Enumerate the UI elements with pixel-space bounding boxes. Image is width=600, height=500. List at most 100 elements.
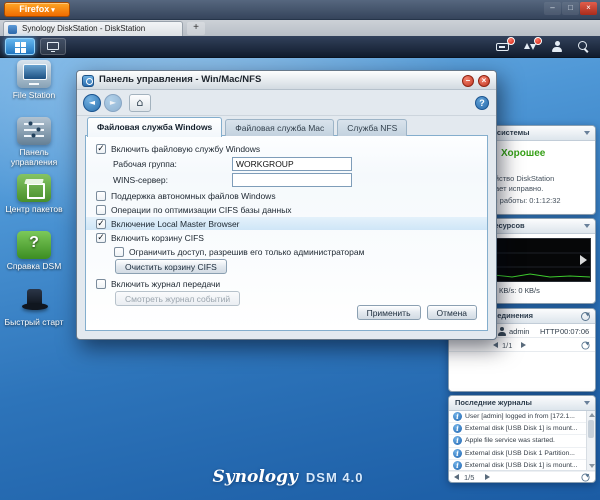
tab-bar: Файловая служба Windows Файловая служба … <box>77 116 496 137</box>
row-local-master-browser: ✓ Включение Local Master Browser <box>86 217 487 230</box>
form-actions: Применить Отмена <box>356 305 477 320</box>
info-icon <box>453 460 462 470</box>
checkbox-label: Включить корзину CIFS <box>111 232 204 243</box>
notification-badge <box>507 37 515 45</box>
page-indicator: 1/5 <box>464 472 475 482</box>
checkbox-recycle-bin[interactable]: ✓ <box>96 232 106 243</box>
browser-minimize-button[interactable]: – <box>544 2 561 15</box>
usb-device-icon <box>496 43 509 51</box>
info-icon <box>453 424 462 434</box>
recent-logs-header[interactable]: Последние журналы <box>449 396 595 411</box>
workgroup-label: Рабочая группа: <box>113 159 177 169</box>
next-page-icon[interactable] <box>521 342 526 348</box>
new-tab-button[interactable]: + <box>187 22 205 35</box>
desktop-icon-control-panel[interactable]: Панель управления <box>2 117 66 168</box>
person-icon <box>498 327 506 336</box>
chevron-down-icon <box>584 224 590 228</box>
browser-titlebar[interactable]: Firefox ▾ – □ × <box>0 0 600 20</box>
tab-mac-file-service[interactable]: Файловая служба Mac <box>225 119 335 136</box>
prev-page-icon[interactable] <box>454 473 459 480</box>
dsm-branding: Synology DSM 4.0 <box>213 467 364 487</box>
external-device-button[interactable] <box>496 37 515 54</box>
scrollbar-thumb[interactable] <box>588 420 594 438</box>
prev-page-icon[interactable] <box>493 342 498 348</box>
window-close-button[interactable]: × <box>478 74 490 87</box>
log-text: External disk [USB Disk 1 Partition... <box>465 449 575 457</box>
taskbar-tray <box>496 37 592 54</box>
file-station-icon <box>17 60 51 88</box>
window-minimize-button[interactable]: – <box>462 74 474 87</box>
checkbox-enable-smb[interactable]: ✓ <box>96 143 106 154</box>
apply-button[interactable]: Применить <box>356 305 421 320</box>
search-button[interactable] <box>577 40 592 54</box>
window-titlebar[interactable]: Панель управления - Win/Mac/NFS – × <box>77 71 496 90</box>
network-speed-legend: КВ/s: 0 КВ/s <box>499 286 540 295</box>
chevron-down-icon <box>584 401 590 405</box>
browser-tab[interactable]: Synology DiskStation - DiskStation <box>3 21 183 36</box>
desktop-icon-dsm-help[interactable]: Справка DSM <box>2 231 66 272</box>
desktop-icon-label: File Station <box>12 90 56 100</box>
workgroup-input[interactable] <box>232 157 352 171</box>
package-center-icon <box>17 174 51 202</box>
help-icon <box>17 231 51 259</box>
tab-favicon-icon <box>8 25 17 34</box>
refresh-icon[interactable] <box>581 341 590 350</box>
desktop-icon-file-station[interactable]: File Station <box>2 60 66 101</box>
browser-close-button[interactable]: × <box>580 2 597 15</box>
back-button[interactable]: ◄ <box>83 94 101 112</box>
screen-icon <box>47 42 59 52</box>
scrollbar[interactable] <box>586 411 595 470</box>
chevron-down-icon <box>584 131 590 135</box>
control-panel-window: Панель управления - Win/Mac/NFS – × ◄ ► … <box>76 70 497 340</box>
row-wins-server: WINS-сервер: <box>96 172 477 188</box>
desktop-icon-quick-start[interactable]: Быстрый старт <box>2 287 66 328</box>
checkbox-label: Поддержка автономных файлов Windows <box>111 190 276 201</box>
connections-pagination: 1/1 <box>449 339 595 352</box>
checkbox-local-master-browser[interactable]: ✓ <box>96 218 106 229</box>
checkbox-offline-files[interactable] <box>96 190 106 201</box>
tab-content: ✓ Включить файловую службу Windows Рабоч… <box>85 135 488 331</box>
scroll-down-icon[interactable] <box>588 464 595 468</box>
clear-recycle-button[interactable]: Очистить корзину CIFS <box>115 259 227 274</box>
desktop-icon-package-center[interactable]: Центр пакетов <box>2 174 66 215</box>
scroll-up-icon[interactable] <box>588 413 595 417</box>
checkbox-label: Включение Local Master Browser <box>111 218 240 229</box>
row-cifs-db: Операции по оптимизации CIFS базы данных <box>96 203 477 216</box>
synology-logo: Synology <box>212 467 298 487</box>
wins-server-input[interactable] <box>232 173 352 187</box>
help-button[interactable]: ? <box>475 96 489 110</box>
home-button[interactable]: ⌂ <box>129 94 151 112</box>
tab-nfs-service[interactable]: Служба NFS <box>337 119 408 136</box>
forward-button[interactable]: ► <box>104 94 122 112</box>
cancel-button[interactable]: Отмена <box>426 305 477 320</box>
browser-window-controls: – □ × <box>544 2 597 15</box>
user-menu-button[interactable] <box>550 40 565 54</box>
log-row: Apple file service was started. <box>449 435 595 448</box>
caret-down-icon: ▾ <box>51 7 55 14</box>
checkbox-label: Включить файловую службу Windows <box>111 143 261 154</box>
checkbox-restrict-admin[interactable] <box>114 246 124 257</box>
background-tasks-button[interactable] <box>523 37 542 54</box>
window-title: Панель управления - Win/Mac/NFS <box>99 74 262 85</box>
view-log-button[interactable]: Смотреть журнал событий <box>115 291 241 306</box>
row-recycle-bin: ✓ Включить корзину CIFS <box>96 231 477 244</box>
firefox-menu-button[interactable]: Firefox ▾ <box>4 2 70 17</box>
next-page-icon[interactable] <box>485 473 490 480</box>
user-icon <box>552 41 562 52</box>
log-text: User [admin] logged in from [172.1... <box>465 413 575 421</box>
checkbox-transfer-log[interactable] <box>96 278 106 289</box>
browser-maximize-button[interactable]: □ <box>562 2 579 15</box>
refresh-icon[interactable] <box>581 311 590 321</box>
checkbox-cifs-db[interactable] <box>96 204 106 215</box>
chart-next-arrow[interactable] <box>580 255 587 265</box>
checkbox-label: Ограничить доступ, разрешив его только а… <box>129 246 365 257</box>
refresh-icon[interactable] <box>581 472 590 482</box>
recent-logs-widget: Последние журналы User [admin] logged in… <box>448 395 596 483</box>
main-menu-button[interactable] <box>5 38 35 55</box>
pilot-view-button[interactable] <box>40 38 66 55</box>
row-clear-recycle: Очистить корзину CIFS <box>96 259 477 276</box>
tab-windows-file-service[interactable]: Файловая служба Windows <box>87 117 223 137</box>
log-list: User [admin] logged in from [172.1... Ex… <box>449 411 595 472</box>
connection-protocol: HTTP <box>540 327 560 336</box>
row-transfer-log: Включить журнал передачи <box>96 277 477 290</box>
